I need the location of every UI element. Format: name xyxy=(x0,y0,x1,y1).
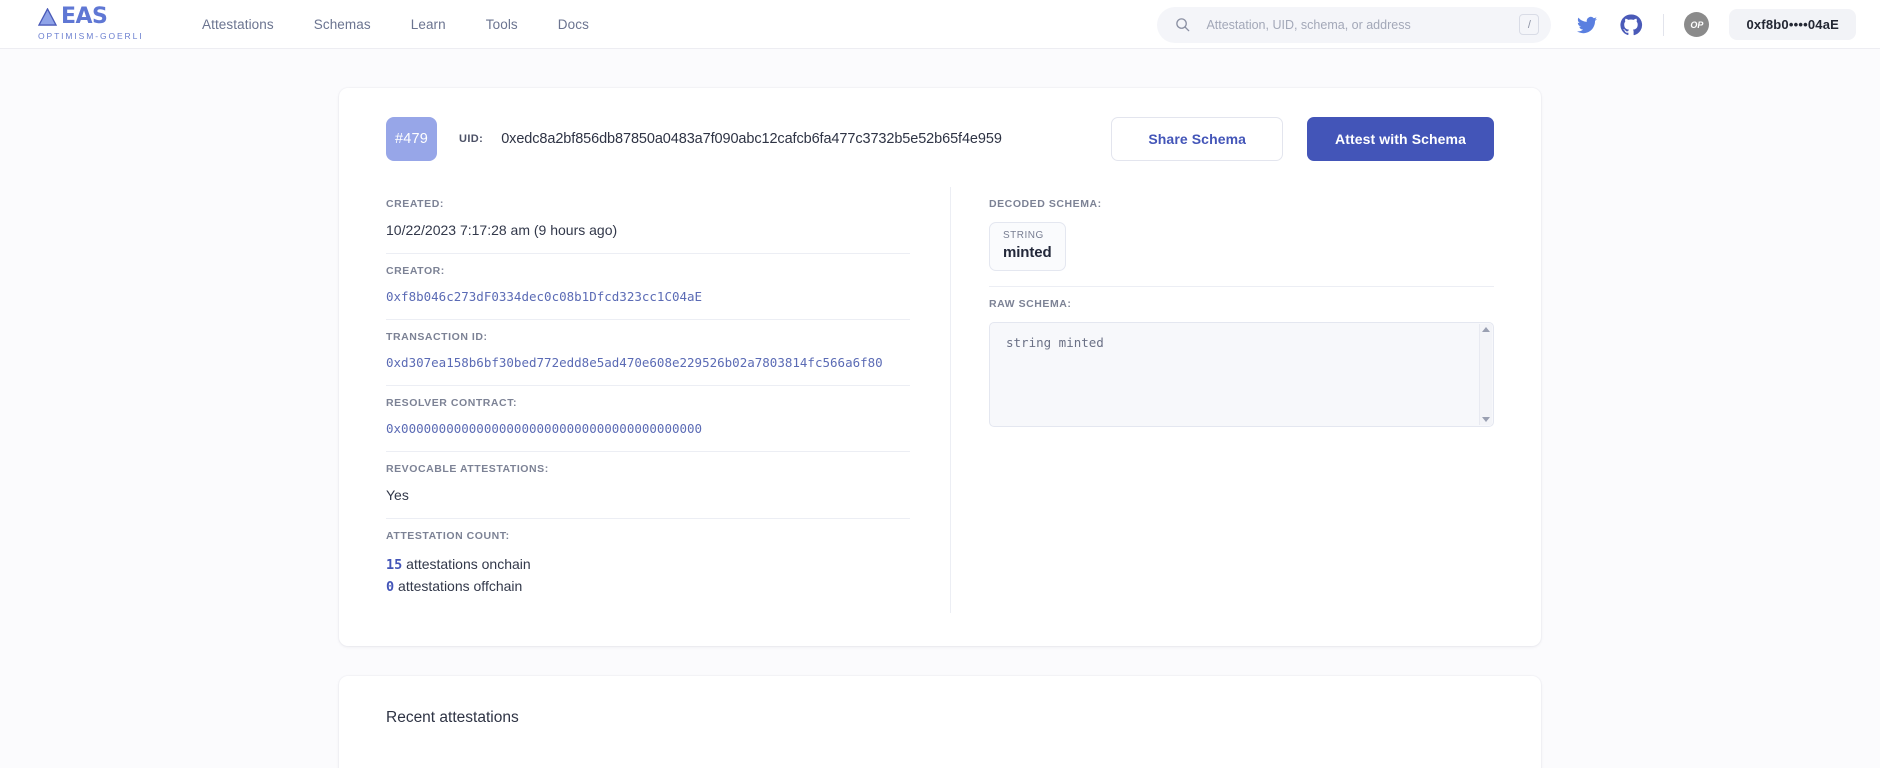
onchain-count-line: 15 attestations onchain xyxy=(386,554,910,576)
schema-definition-column: DECODED SCHEMA: STRING minted RAW SCHEMA… xyxy=(951,187,1494,613)
raw-schema-scrollbar[interactable] xyxy=(1479,324,1492,425)
offchain-count-value: 0 xyxy=(386,579,395,595)
recent-attestations-title: Recent attestations xyxy=(386,709,519,726)
scroll-down-icon[interactable] xyxy=(1482,417,1490,422)
logo-network: OPTIMISM-GOERLI xyxy=(38,31,144,41)
nav-item-learn[interactable]: Learn xyxy=(411,17,446,32)
field-attestation-count: ATTESTATION COUNT: 15 attestations oncha… xyxy=(386,519,910,613)
logo[interactable]: EAS OPTIMISM-GOERLI xyxy=(38,6,150,42)
raw-schema-label: RAW SCHEMA: xyxy=(989,298,1072,310)
onchain-count-value: 15 xyxy=(386,557,403,573)
scroll-up-icon[interactable] xyxy=(1482,327,1490,332)
resolver-label: RESOLVER CONTRACT: xyxy=(386,397,518,409)
attestation-count-label: ATTESTATION COUNT: xyxy=(386,530,510,542)
eas-triangle-icon xyxy=(38,7,57,26)
wallet-address-button[interactable]: 0xf8b0••••04aE xyxy=(1729,9,1856,40)
header-right-group: / OP 0xf8b0••••04aE xyxy=(1157,0,1856,49)
search-icon xyxy=(1176,18,1190,32)
created-label: CREATED: xyxy=(386,198,444,210)
offchain-count-line: 0 attestations offchain xyxy=(386,576,910,598)
field-transaction: TRANSACTION ID: 0xd307ea158b6bf30bed772e… xyxy=(386,320,910,386)
offchain-count-text: attestations offchain xyxy=(398,578,523,594)
field-creator: CREATOR: 0xf8b046c273dF0334dec0c08b1Dfcd… xyxy=(386,254,910,320)
nav-item-attestations[interactable]: Attestations xyxy=(202,17,274,32)
search-input[interactable] xyxy=(1204,16,1520,33)
share-schema-button[interactable]: Share Schema xyxy=(1111,117,1284,161)
search-box[interactable]: / xyxy=(1157,6,1552,43)
uid-label: UID: xyxy=(459,133,484,145)
field-raw-schema: RAW SCHEMA: string minted xyxy=(989,287,1494,442)
onchain-count-text: attestations onchain xyxy=(406,556,531,572)
logo-text: EAS xyxy=(61,4,108,29)
uid-value[interactable]: 0xedc8a2bf856db87850a0483a7f090abc12cafc… xyxy=(501,131,1002,147)
field-revocable: REVOCABLE ATTESTATIONS: Yes xyxy=(386,452,910,519)
app-header: EAS OPTIMISM-GOERLI Attestations Schemas… xyxy=(0,0,1880,49)
decoded-field-type: STRING xyxy=(1003,230,1044,241)
nav-item-tools[interactable]: Tools xyxy=(486,17,518,32)
schema-card-header: #479 UID: 0xedc8a2bf856db87850a0483a7f09… xyxy=(386,117,1494,187)
schema-meta-column: CREATED: 10/22/2023 7:17:28 am (9 hours … xyxy=(386,187,951,613)
field-created: CREATED: 10/22/2023 7:17:28 am (9 hours … xyxy=(386,187,910,254)
search-shortcut-key: / xyxy=(1519,14,1540,35)
creator-label: CREATOR: xyxy=(386,265,445,277)
creator-address-link[interactable]: 0xf8b046c273dF0334dec0c08b1Dfcd323cc1C04… xyxy=(386,289,910,304)
schema-id-badge: #479 xyxy=(386,117,437,161)
transaction-id-link[interactable]: 0xd307ea158b6bf30bed772edd8e5ad470e608e2… xyxy=(386,355,910,370)
field-resolver: RESOLVER CONTRACT: 0x0000000000000000000… xyxy=(386,386,910,452)
logo-top-row: EAS xyxy=(38,6,150,28)
page-content: #479 UID: 0xedc8a2bf856db87850a0483a7f09… xyxy=(0,88,1880,768)
nav-item-docs[interactable]: Docs xyxy=(558,17,589,32)
revocable-label: REVOCABLE ATTESTATIONS: xyxy=(386,463,549,475)
recent-attestations-card: Recent attestations xyxy=(339,676,1541,768)
transaction-label: TRANSACTION ID: xyxy=(386,331,488,343)
schema-actions: Share Schema Attest with Schema xyxy=(1111,117,1494,161)
decoded-field-name: minted xyxy=(1003,244,1052,261)
twitter-icon[interactable] xyxy=(1575,13,1599,37)
raw-schema-value: string minted xyxy=(1006,335,1104,350)
main-nav: Attestations Schemas Learn Tools Docs xyxy=(202,17,589,32)
decoded-schema-chip: STRING minted xyxy=(989,222,1066,271)
schema-detail-card: #479 UID: 0xedc8a2bf856db87850a0483a7f09… xyxy=(339,88,1541,646)
resolver-contract-link[interactable]: 0x00000000000000000000000000000000000000… xyxy=(386,421,910,436)
decoded-schema-label: DECODED SCHEMA: xyxy=(989,198,1102,210)
nav-item-schemas[interactable]: Schemas xyxy=(314,17,371,32)
field-decoded-schema: DECODED SCHEMA: STRING minted xyxy=(989,187,1494,287)
header-divider xyxy=(1663,13,1665,36)
avatar[interactable]: OP xyxy=(1684,12,1710,37)
created-value: 10/22/2023 7:17:28 am (9 hours ago) xyxy=(386,222,618,238)
attest-with-schema-button[interactable]: Attest with Schema xyxy=(1307,117,1494,161)
revocable-value: Yes xyxy=(386,487,409,503)
schema-card-body: CREATED: 10/22/2023 7:17:28 am (9 hours … xyxy=(386,187,1494,613)
raw-schema-textarea[interactable]: string minted xyxy=(989,322,1494,427)
github-icon[interactable] xyxy=(1619,13,1643,37)
